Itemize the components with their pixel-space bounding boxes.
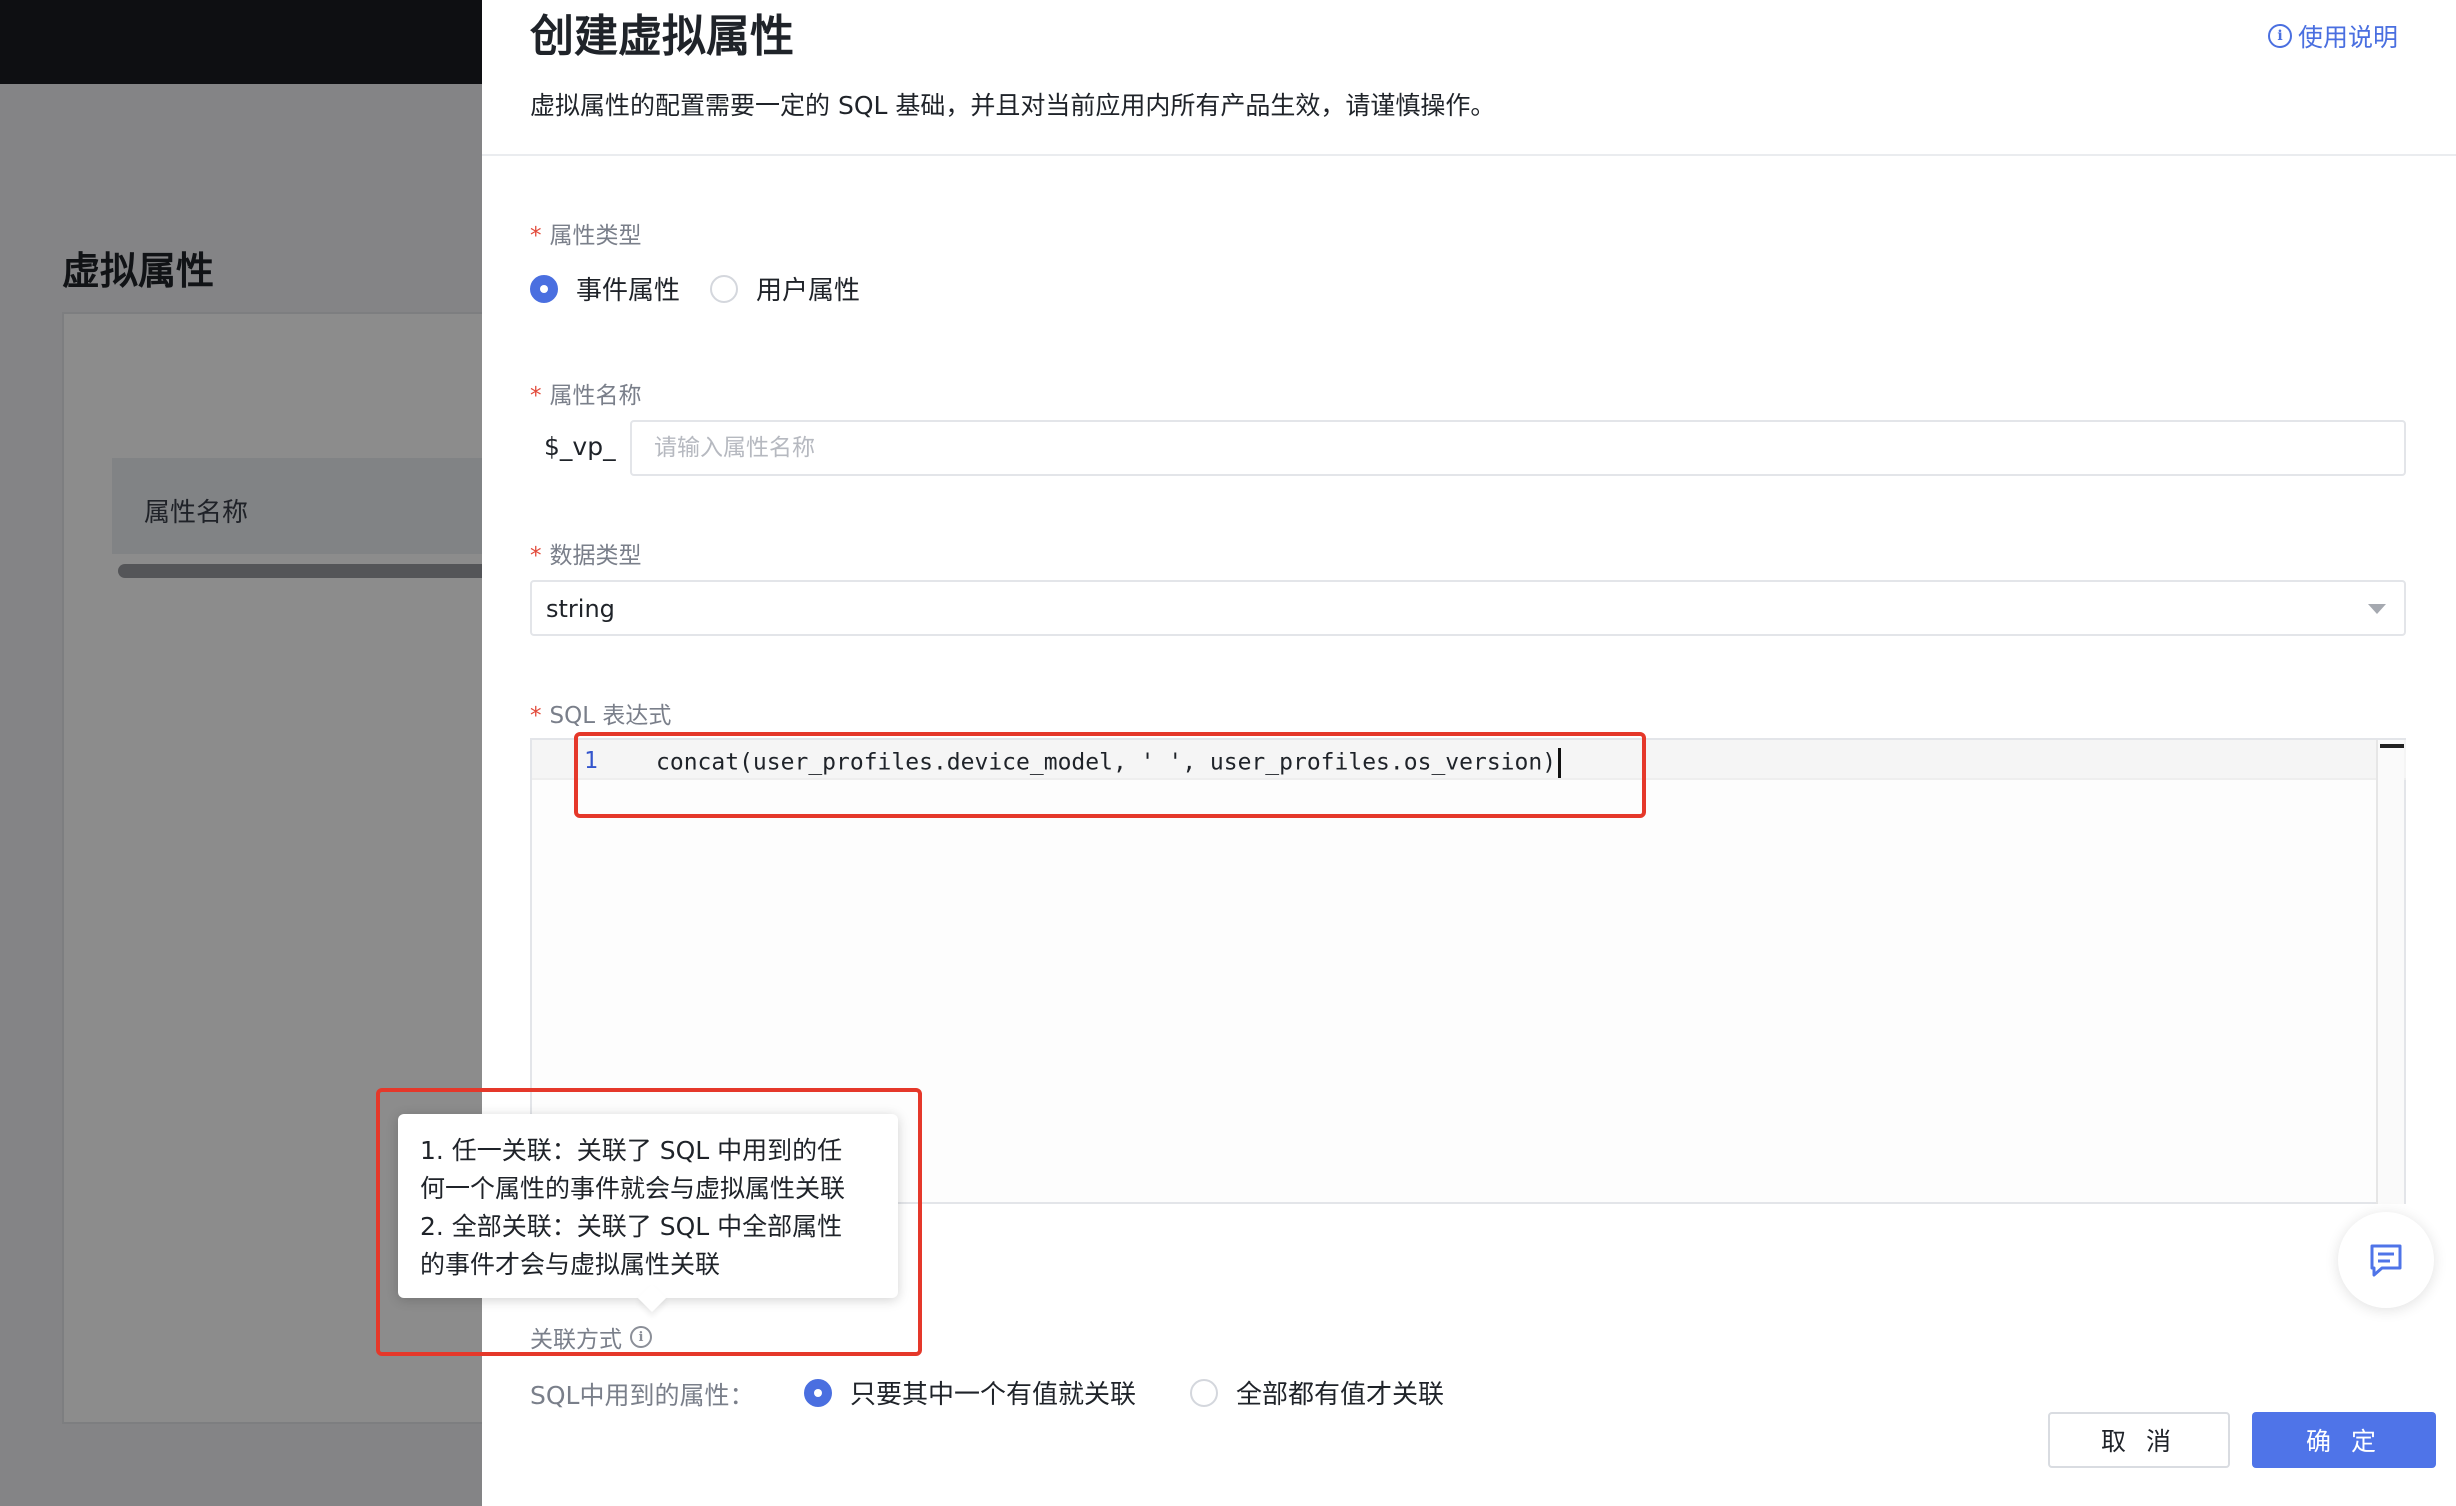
association-label-text: 关联方式 — [530, 1327, 622, 1353]
tooltip-line: 2. 全部关联：关联了 SQL 中全部属性 — [420, 1212, 843, 1241]
tooltip-line: 的事件才会与虚拟属性关联 — [420, 1250, 721, 1279]
radio-all-values-label: 全部都有值才关联 — [1236, 1380, 1445, 1410]
editor-scrollbar-thumb[interactable] — [2380, 744, 2404, 748]
association-tooltip: 1. 任一关联：关联了 SQL 中用到的任 何一个属性的事件就会与虚拟属性关联 … — [398, 1114, 898, 1298]
feedback-button[interactable] — [2338, 1212, 2434, 1308]
data-type-value: string — [546, 595, 615, 623]
attr-name-label: * 属性名称 — [530, 376, 642, 410]
text-cursor — [1558, 748, 1562, 778]
message-icon — [2370, 1244, 2402, 1277]
attr-name-input[interactable] — [630, 420, 2406, 476]
sql-code: concat(user_profiles.device_model, ' ', … — [656, 748, 1562, 778]
editor-scrollbar[interactable] — [2376, 740, 2404, 1204]
radio-unchecked-icon — [1190, 1378, 1218, 1407]
chevron-down-icon — [2368, 604, 2386, 614]
required-mark: * — [530, 543, 542, 569]
radio-user-attribute-label: 用户属性 — [756, 276, 861, 306]
required-mark: * — [530, 223, 542, 249]
required-mark: * — [530, 383, 542, 409]
data-type-label: * 数据类型 — [530, 536, 642, 570]
radio-event-attribute[interactable]: 事件属性 — [530, 270, 680, 307]
radio-unchecked-icon — [710, 274, 738, 303]
radio-any-value[interactable]: 只要其中一个有值就关联 — [804, 1374, 1136, 1411]
info-icon[interactable]: i — [630, 1326, 652, 1348]
attr-name-prefix: $_vp_ — [544, 432, 616, 461]
drawer-header: 创建虚拟属性 i 使用说明 虚拟属性的配置需要一定的 SQL 基础，并且对当前应… — [482, 0, 2456, 156]
required-mark: * — [530, 703, 542, 729]
association-label: 关联方式 i — [530, 1320, 652, 1354]
radio-checked-icon — [804, 1378, 832, 1407]
cancel-button[interactable]: 取 消 — [2048, 1412, 2230, 1468]
sql-editor-active-line: 1 concat(user_profiles.device_model, ' '… — [532, 740, 2406, 780]
attr-name-label-text: 属性名称 — [549, 383, 642, 409]
radio-all-values[interactable]: 全部都有值才关联 — [1190, 1374, 1444, 1411]
drawer-title: 创建虚拟属性 — [530, 11, 794, 62]
attr-type-label: * 属性类型 — [530, 216, 642, 250]
sql-attr-label: SQL中用到的属性： — [530, 1381, 755, 1410]
attr-type-label-text: 属性类型 — [549, 223, 642, 249]
info-icon: i — [2268, 24, 2292, 48]
sql-label-text: SQL 表达式 — [549, 703, 672, 729]
sql-label: * SQL 表达式 — [530, 696, 671, 730]
help-link[interactable]: i 使用说明 — [2268, 18, 2398, 54]
line-number: 1 — [584, 748, 598, 774]
data-type-select[interactable]: string — [530, 580, 2406, 636]
radio-any-value-label: 只要其中一个有值就关联 — [850, 1380, 1137, 1410]
confirm-button[interactable]: 确 定 — [2252, 1412, 2436, 1468]
radio-user-attribute[interactable]: 用户属性 — [710, 270, 860, 307]
tooltip-line: 1. 任一关联：关联了 SQL 中用到的任 — [420, 1136, 843, 1165]
sql-code-text: concat(user_profiles.device_model, ' ', … — [656, 749, 1557, 776]
drawer-description: 虚拟属性的配置需要一定的 SQL 基础，并且对当前应用内所有产品生效，请谨慎操作… — [530, 91, 1496, 120]
data-type-label-text: 数据类型 — [549, 543, 642, 569]
radio-checked-icon — [530, 274, 558, 303]
help-link-label: 使用说明 — [2298, 23, 2399, 52]
radio-event-attribute-label: 事件属性 — [576, 276, 681, 306]
tooltip-line: 何一个属性的事件就会与虚拟属性关联 — [420, 1174, 846, 1203]
